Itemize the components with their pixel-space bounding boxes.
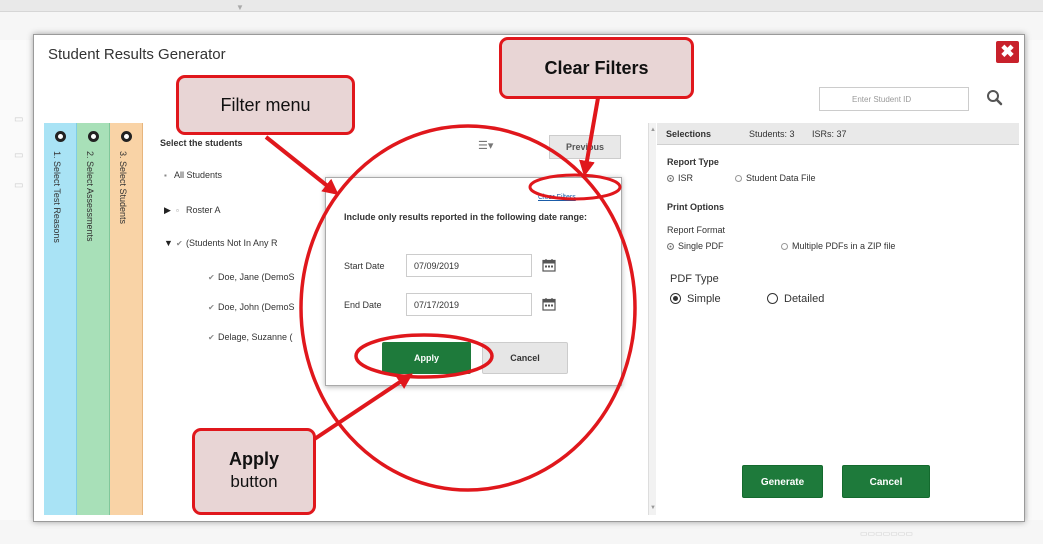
radio-label: ISR xyxy=(678,173,694,183)
background-topbar: ▼ xyxy=(0,0,1043,12)
checkbox-icon: ▪ xyxy=(164,171,167,180)
radio-selected-icon xyxy=(667,243,674,250)
filter-popover: Clear Filters Include only results repor… xyxy=(325,177,622,386)
group-row[interactable]: ▼ ✔ (Students Not In Any R xyxy=(164,238,278,248)
callout-text: Clear Filters xyxy=(544,58,649,78)
scroll-down-icon: ▼ xyxy=(650,505,656,511)
isrs-count: ISRs: 37 xyxy=(812,129,847,139)
radio-selected-icon xyxy=(667,175,674,182)
callout-subtext: button xyxy=(230,472,278,491)
date-range-description: Include only results reported in the fol… xyxy=(344,212,588,222)
students-count: Students: 3 xyxy=(749,129,795,139)
step-label: 2. Select Assessments xyxy=(85,151,95,242)
student-row[interactable]: ✔ Doe, Jane (DemoS xyxy=(208,272,295,282)
checkbox-icon: ✔ xyxy=(208,303,215,312)
checkbox-icon: ✔ xyxy=(208,273,215,282)
background-footer: ▭▭▭▭▭▭▭ xyxy=(860,529,913,538)
multiple-pdfs-radio[interactable]: Multiple PDFs in a ZIP file xyxy=(781,241,895,251)
report-type-isr-radio[interactable]: ISR xyxy=(667,173,693,183)
radio-icon xyxy=(781,243,788,250)
student-row[interactable]: ✔ Delage, Suzanne ( xyxy=(208,332,293,342)
popover-cancel-button[interactable]: Cancel xyxy=(482,342,568,374)
selections-header: Selections Students: 3 ISRs: 37 xyxy=(657,123,1019,145)
report-type-data-file-radio[interactable]: Student Data File xyxy=(735,173,816,183)
panel-scrollbar[interactable]: ▲ ▼ xyxy=(648,123,656,515)
background-right-strip xyxy=(1028,40,1043,520)
search-icon[interactable] xyxy=(984,87,1006,109)
radio-icon xyxy=(735,175,742,182)
cancel-button[interactable]: Cancel xyxy=(842,465,930,498)
radio-label: Student Data File xyxy=(746,173,816,183)
start-date-label: Start Date xyxy=(344,261,385,271)
step-indicator-icon xyxy=(121,131,132,142)
student-row[interactable]: ✔ Doe, John (DemoS xyxy=(208,302,295,312)
step-label: 1. Select Test Reasons xyxy=(52,151,62,243)
clear-filters-link[interactable]: Clear Filters xyxy=(538,194,576,201)
step-indicator-icon xyxy=(88,131,99,142)
caret-icon: ▼ xyxy=(236,3,244,12)
step-label: 3. Select Students xyxy=(118,151,128,225)
callout-text: Apply xyxy=(228,449,279,469)
list-item-label: Doe, John (DemoS xyxy=(218,302,295,312)
radio-icon xyxy=(767,293,778,304)
callout-clear-filters: Clear Filters xyxy=(499,37,694,99)
radio-label: Simple xyxy=(687,293,721,305)
previous-button[interactable]: Previous xyxy=(549,135,621,159)
radio-selected-icon xyxy=(670,293,681,304)
step-tab-assessments[interactable]: 2. Select Assessments xyxy=(77,123,110,515)
roster-row[interactable]: ▶ ▫ Roster A xyxy=(164,205,221,216)
step-indicator-icon xyxy=(55,131,66,142)
checkbox-icon: ▫ xyxy=(176,206,179,215)
list-item-label: (Students Not In Any R xyxy=(186,238,278,248)
tab-selections[interactable]: Selections xyxy=(666,129,711,139)
collapse-icon: ▼ xyxy=(164,238,173,248)
report-format-label: Report Format xyxy=(667,225,726,235)
radio-label: Single PDF xyxy=(678,241,724,251)
calendar-icon[interactable] xyxy=(542,297,556,311)
callout-apply-button: Apply button xyxy=(192,428,316,515)
checkbox-icon: ✔ xyxy=(208,333,215,342)
list-item-label: All Students xyxy=(174,170,223,180)
expand-icon: ▶ xyxy=(164,205,171,215)
apply-button[interactable]: Apply xyxy=(382,342,471,374)
all-students-checkbox[interactable]: ▪ All Students xyxy=(164,170,222,180)
checkbox-icon: ✔ xyxy=(176,239,183,248)
background-glyph: ▭ xyxy=(14,150,24,161)
start-date-input[interactable]: 07/09/2019 xyxy=(406,254,532,277)
radio-label: Detailed xyxy=(784,293,825,305)
background-glyph: ▭ xyxy=(14,180,24,191)
students-heading: Select the students xyxy=(160,138,243,148)
callout-filter-menu: Filter menu xyxy=(176,75,355,135)
dialog-title: Student Results Generator xyxy=(48,46,226,63)
end-date-label: End Date xyxy=(344,300,382,310)
step-tab-test-reasons[interactable]: 1. Select Test Reasons xyxy=(44,123,77,515)
list-item-label: Roster A xyxy=(186,205,221,215)
pdf-simple-radio[interactable]: Simple xyxy=(670,293,721,305)
close-icon: ✖ xyxy=(1000,42,1015,61)
radio-label: Multiple PDFs in a ZIP file xyxy=(792,241,896,251)
filter-menu-icon[interactable]: ☰▾ xyxy=(478,139,506,155)
report-type-label: Report Type xyxy=(667,157,719,167)
single-pdf-radio[interactable]: Single PDF xyxy=(667,241,724,251)
calendar-icon[interactable] xyxy=(542,258,556,272)
student-id-search-input[interactable]: Enter Student ID xyxy=(819,87,969,111)
background-left-strip: ▭ ▭ ▭ xyxy=(0,40,36,520)
callout-text: Filter menu xyxy=(220,95,311,115)
list-item-label: Doe, Jane (DemoS xyxy=(218,272,295,282)
generate-button[interactable]: Generate xyxy=(742,465,823,498)
close-button[interactable]: ✖ xyxy=(996,41,1019,63)
end-date-input[interactable]: 07/17/2019 xyxy=(406,293,532,316)
print-options-label: Print Options xyxy=(667,202,724,212)
step-tab-students[interactable]: 3. Select Students xyxy=(110,123,143,515)
background-glyph: ▭ xyxy=(14,114,24,125)
pdf-detailed-radio[interactable]: Detailed xyxy=(767,293,824,305)
list-item-label: Delage, Suzanne ( xyxy=(218,332,293,342)
pdf-type-label: PDF Type xyxy=(670,273,719,285)
scroll-up-icon: ▲ xyxy=(650,127,656,133)
